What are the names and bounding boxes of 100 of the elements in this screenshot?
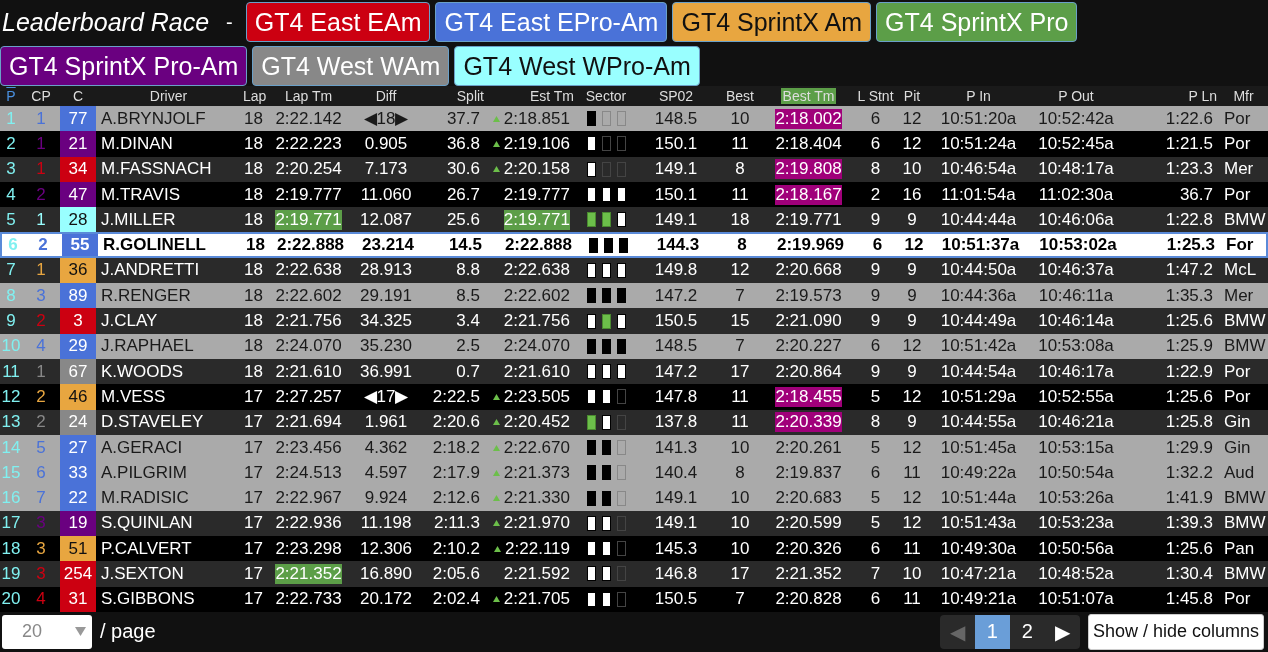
leaderboard-row[interactable]: 18 3 51 P.CALVERT 17 2:23.298 12.306 2:10.2 2:22.119 145.3 10 2:20.326 6 11 10:49:30a 10:50:56a 1:25.6 Pan	[0, 536, 1268, 562]
column-header[interactable]: Diff	[373, 88, 399, 104]
column-header[interactable]: Pit	[901, 88, 923, 104]
position: 14	[1, 437, 21, 458]
leaderboard-row[interactable]: 8 3 89 R.RENGER 18 2:22.602 29.191 8.5 2:22.602 147.2 7 2:19.573 9 9 10:44:36a 10:46:11a 1:35.3 Mer	[0, 283, 1268, 309]
split-time: 2:05.6	[432, 564, 480, 584]
lap-count: 18	[244, 361, 263, 382]
lap-count: 17	[244, 564, 263, 584]
position: 12	[1, 386, 21, 407]
leaderboard-row[interactable]: 3 1 34 M.FASSNACH 18 2:20.254 7.173 30.6 2:20.158 149.1 8 2:19.808 8 10 10:46:54a 10:48:17a 1:23.3 Mer	[0, 156, 1268, 182]
leaderboard-row[interactable]: 6 2 55 R.GOLINELL 18 2:22.888 23.214 14.5 2:22.888 144.3 8 2:19.969 6 12 10:51:37a 10:53:02a 1:25.3 For	[0, 232, 1268, 258]
pit-lane-time: 1:39.3	[1165, 513, 1213, 534]
pit-in-time: 10:44:49a	[940, 311, 1017, 331]
car-number: 34	[60, 156, 96, 182]
column-header[interactable]: SP02	[656, 88, 696, 104]
manufacturer: Mer	[1224, 285, 1254, 306]
best-time: 2:21.090	[775, 311, 842, 331]
column-header[interactable]: Split	[454, 88, 486, 104]
speed: 149.1	[654, 209, 698, 230]
class-tab[interactable]: GT4 West WPro-Am	[454, 46, 700, 86]
column-header[interactable]: P	[4, 88, 18, 104]
pit-count: 10	[902, 564, 922, 584]
last-stint: 6	[870, 133, 881, 154]
position: 15	[1, 462, 21, 483]
leaderboard-row[interactable]: 16 7 22 M.RADISIC 17 2:22.967 9.924 2:12.6 2:21.330 149.1 10 2:20.683 5 12 10:51:44a 10:53:26a 1:41.9 BMW	[0, 485, 1268, 511]
car-number: 77	[60, 106, 96, 132]
estimated-time: 2:21.373	[503, 462, 570, 483]
pit-out-time: 10:53:08a	[1038, 336, 1114, 357]
position: 5	[6, 209, 16, 230]
column-header[interactable]: Est Tm	[527, 88, 576, 104]
driver-name: J.CLAY	[101, 311, 158, 331]
class-tab[interactable]: GT4 SprintX Pro-Am	[0, 46, 248, 86]
leaderboard-row[interactable]: 13 2 24 D.STAVELEY 17 2:21.694 1.961 2:20.6 2:20.452 137.8 11 2:20.339 8 9 10:44:55a 10:46:21a 1:25.8 Gin	[0, 409, 1268, 435]
column-header[interactable]: Mfr	[1231, 88, 1256, 104]
leaderboard-row[interactable]: 20 4 31 S.GIBBONS 17 2:22.733 20.172 2:02.4 2:21.705 150.5 7 2:20.828 6 11 10:49:21a 10:51:07a 1:45.8 Por	[0, 586, 1268, 612]
column-header[interactable]: Driver	[147, 88, 190, 104]
leaderboard-title: Leaderboard Race	[1, 7, 211, 38]
pit-in-time: 10:44:44a	[940, 209, 1017, 230]
class-position: 3	[36, 538, 46, 559]
class-tab[interactable]: GT4 West WAm	[252, 46, 450, 86]
column-header[interactable]: Best	[724, 88, 756, 104]
driver-name: S.GIBBONS	[101, 589, 195, 610]
last-stint: 8	[870, 412, 881, 433]
show-hide-columns-button[interactable]: Show / hide columns	[1087, 613, 1264, 650]
leaderboard-row[interactable]: 10 4 29 J.RAPHAEL 18 2:24.070 35.230 2.5 2:24.070 148.5 7 2:20.227 6 12 10:51:42a 10:53:08a 1:25.9 BMW	[0, 333, 1268, 359]
leaderboard-row[interactable]: 1 1 77 A.BRYNJOLF 18 2:22.142 ◀18▶ 37.7 2:18.851 148.5 10 2:18.002 6 12 10:51:20a 10:52:42a 1:22.6 Por	[0, 106, 1268, 132]
speed: 149.1	[654, 513, 698, 534]
column-header[interactable]: L Stnt	[855, 88, 896, 104]
leaderboard-row[interactable]: 17 3 19 S.QUINLAN 17 2:22.936 11.198 2:11.3 2:21.970 149.1 10 2:20.599 5 12 10:51:43a 10:53:23a 1:39.3 BMW	[0, 510, 1268, 537]
driver-name: M.TRAVIS	[101, 184, 181, 205]
column-header[interactable]: P In	[964, 88, 993, 104]
leaderboard-row[interactable]: 5 1 28 J.MILLER 18 2:19.771 12.087 25.6 2:19.771 149.1 18 2:19.771 9 9 10:44:44a 10:46:06a 1:22.8 BMW	[0, 207, 1268, 233]
speed: 141.3	[654, 437, 698, 458]
pit-count: 11	[903, 589, 921, 610]
page-size-select[interactable]: 20	[2, 614, 92, 649]
leaderboard-row[interactable]: 12 2 46 M.VESS 17 2:27.257 ◀17▶ 2:22.5 2:23.505 147.8 11 2:18.455 5 12 10:51:29a 10:52:55a 1:25.6 Por	[0, 384, 1268, 410]
pit-lane-time: 36.7	[1179, 184, 1213, 205]
manufacturer: Gin	[1224, 412, 1251, 433]
leaderboard-row[interactable]: 2 1 21 M.DINAN 18 2:22.223 0.905 36.8 2:19.106 150.1 11 2:18.404 6 12 10:51:24a 10:52:45a 1:21.5 Por	[0, 131, 1268, 157]
gap-diff: 11.198	[360, 513, 412, 534]
last-stint: 2	[870, 184, 881, 205]
manufacturer: Por	[1224, 133, 1251, 154]
pit-out-time: 10:53:15a	[1038, 437, 1114, 458]
manufacturer: BMW	[1224, 311, 1266, 331]
column-header[interactable]: P Ln	[1186, 88, 1219, 104]
position: 7	[6, 260, 16, 281]
estimated-time: 2:20.452	[503, 412, 570, 433]
column-header[interactable]: Sector	[583, 88, 629, 104]
leaderboard-row[interactable]: 7 1 36 J.ANDRETTI 18 2:22.638 28.913 8.8 2:22.638 149.8 12 2:20.668 9 9 10:44:50a 10:46:37a 1:47.2 McL	[0, 257, 1268, 284]
column-header[interactable]: P Out	[1056, 88, 1096, 104]
leaderboard-row[interactable]: 14 5 27 A.GERACI 17 2:23.456 4.362 2:18.2 2:22.670 141.3 10 2:20.261 5 12 10:51:45a 10:53:15a 1:29.9 Gin	[0, 434, 1268, 461]
estimated-time: 2:21.970	[503, 513, 570, 534]
car-number: 19	[60, 510, 96, 537]
leaderboard-row[interactable]: 19 3 254 J.SEXTON 17 2:21.352 16.890 2:05.6 2:21.592 146.8 17 2:21.352 7 10 10:47:21a 10:48:52a 1:30.4 BMW	[0, 561, 1268, 587]
lap-count: 18	[244, 184, 263, 205]
driver-name: J.MILLER	[101, 209, 176, 230]
column-header[interactable]: CP	[29, 88, 53, 104]
leaderboard-row[interactable]: 15 6 33 A.PILGRIM 17 2:24.513 4.597 2:17.9 2:21.373 140.4 8 2:19.837 6 11 10:49:22a 10:50:54a 1:32.2 Aud	[0, 460, 1268, 486]
page-button[interactable]: 2	[1009, 614, 1045, 649]
lap-count: 18	[244, 108, 263, 129]
leaderboard-row[interactable]: 9 2 3 J.CLAY 18 2:21.756 34.325 3.4 2:21.756 150.5 15 2:21.090 9 9 10:44:49a 10:46:14a 1:25.6 BMW	[0, 308, 1268, 334]
pit-in-time: 10:44:55a	[940, 412, 1017, 433]
best-lap: 17	[730, 564, 750, 584]
class-tab[interactable]: GT4 East EPro-Am	[435, 2, 668, 42]
class-tab[interactable]: GT4 SprintX Am	[672, 2, 872, 42]
leaderboard-row[interactable]: 4 2 47 M.TRAVIS 18 2:19.777 11.060 26.7 2:19.777 150.1 11 2:18.167 2 16 11:01:54a 11:02:30a 36.7 Por	[0, 181, 1268, 208]
estimated-time: 2:21.610	[503, 361, 570, 382]
car-number: 31	[60, 586, 96, 612]
pit-count: 9	[907, 209, 917, 230]
column-header[interactable]: Lap Tm	[282, 88, 335, 104]
driver-name: P.CALVERT	[101, 538, 192, 559]
manufacturer: Por	[1224, 589, 1251, 610]
column-header[interactable]: Lap	[241, 88, 269, 104]
pit-out-time: 10:50:54a	[1038, 462, 1114, 483]
lap-count: 17	[244, 462, 263, 483]
class-tab[interactable]: GT4 East EAm	[245, 2, 431, 42]
leaderboard-row[interactable]: 11 1 67 K.WOODS 18 2:21.610 36.991 0.7 2:21.610 147.2 17 2:20.864 9 9 10:44:54a 10:46:17a 1:22.9 Por	[0, 358, 1268, 385]
class-position: 2	[36, 184, 46, 205]
column-header[interactable]: C	[70, 88, 86, 104]
next-page-button[interactable]: ▶	[1044, 614, 1080, 649]
